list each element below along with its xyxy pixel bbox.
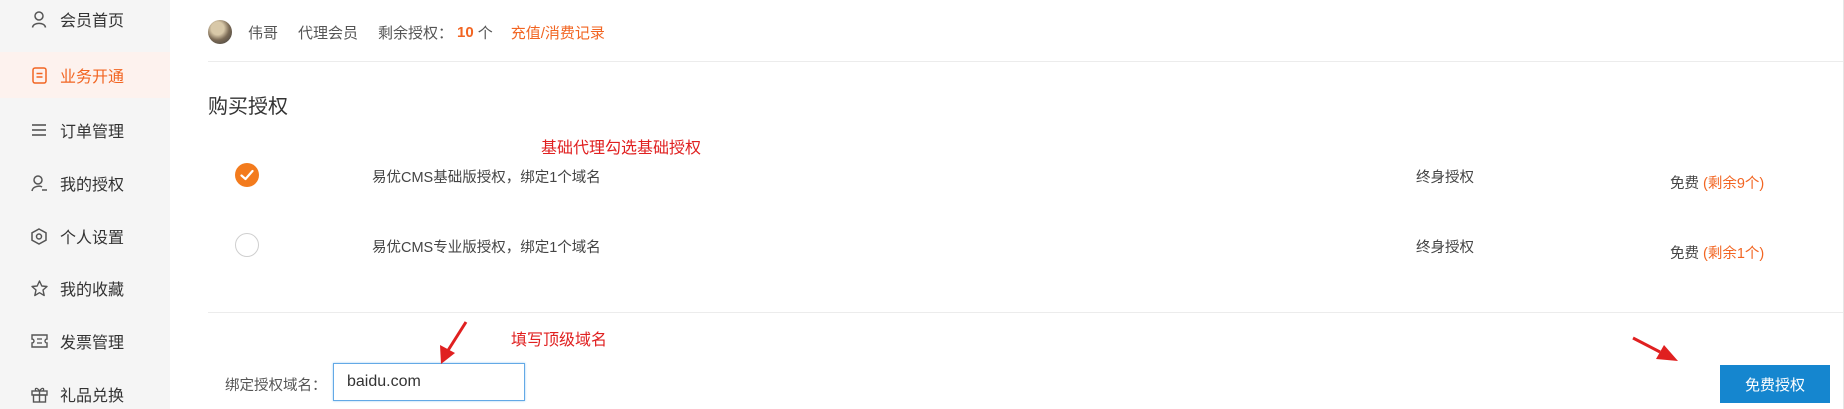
sidebar-item-label: 个人设置: [60, 230, 125, 247]
free-license-button[interactable]: 免费授权: [1720, 365, 1830, 403]
user-key-icon: [30, 174, 48, 192]
price-label: 免费: [1670, 176, 1699, 192]
license-pro-price: 免费 (剩余1个): [1670, 242, 1764, 263]
sidebar-item-label: 业务开通: [60, 69, 125, 86]
annotation-basic-hint: 基础代理勾选基础授权: [541, 140, 702, 157]
license-pro-radio[interactable]: [235, 233, 259, 257]
sidebar-item-label: 会员首页: [60, 13, 125, 30]
member-name: 伟哥: [248, 24, 279, 42]
star-icon: [30, 279, 48, 297]
main-content: 伟哥 代理会员 剩余授权： 10 个 充值/消费记录 购买授权: [170, 0, 1844, 409]
remaining-stock: (剩余1个): [1703, 246, 1765, 262]
remaining-stock: (剩余9个): [1703, 176, 1765, 192]
license-pro-name: 易优CMS专业版授权，绑定1个域名: [372, 240, 601, 256]
sidebar-item-invoices[interactable]: 发票管理: [0, 318, 170, 364]
divider: [208, 312, 1844, 313]
section-title: 购买授权: [208, 96, 288, 118]
license-basic-radio[interactable]: [235, 163, 259, 187]
sidebar-item-label: 礼品兑换: [60, 388, 125, 405]
sidebar-item-my-licenses[interactable]: 我的授权: [0, 160, 170, 206]
remaining-unit: 个: [477, 24, 493, 42]
annotation-domain-hint: 填写顶级域名: [511, 332, 608, 349]
sidebar-item-favorites[interactable]: 我的收藏: [0, 265, 170, 311]
sidebar-item-member-home[interactable]: 会员首页: [0, 0, 170, 42]
sidebar-item-label: 发票管理: [60, 335, 125, 352]
gift-icon: [30, 385, 48, 403]
avatar: [208, 20, 232, 44]
sidebar-item-label: 我的收藏: [60, 282, 125, 299]
sidebar-item-label: 订单管理: [60, 124, 125, 141]
license-basic-name: 易优CMS基础版授权，绑定1个域名: [372, 170, 601, 186]
license-pro-term: 终身授权: [1416, 240, 1474, 256]
settings-icon: [30, 227, 48, 245]
license-basic-price: 免费 (剩余9个): [1670, 172, 1764, 193]
sidebar-item-orders[interactable]: 订单管理: [0, 107, 170, 153]
license-basic-term: 终身授权: [1416, 170, 1474, 186]
recharge-record-link[interactable]: 充值/消费记录: [511, 22, 605, 43]
document-icon: [30, 66, 48, 84]
sidebar: 会员首页 业务开通 订单管理 我的授权 个人设置 我的收藏 发票管理 礼品兑换: [0, 0, 170, 409]
check-icon: [240, 169, 254, 181]
remaining-count: 10: [457, 23, 474, 41]
ticket-icon: [30, 332, 48, 350]
domain-input[interactable]: [333, 363, 525, 401]
sidebar-item-business[interactable]: 业务开通: [0, 52, 170, 98]
list-icon: [30, 121, 48, 139]
bind-domain-label: 绑定授权域名：: [225, 378, 327, 394]
divider: [208, 61, 1844, 62]
sidebar-item-personal-settings[interactable]: 个人设置: [0, 213, 170, 259]
member-info-bar: 伟哥 代理会员 剩余授权： 10 个 充值/消费记录: [208, 14, 605, 50]
remaining-label: 剩余授权：: [378, 24, 454, 42]
user-icon: [30, 10, 48, 28]
price-label: 免费: [1670, 246, 1699, 262]
sidebar-item-gift-exchange[interactable]: 礼品兑换: [0, 371, 170, 409]
sidebar-item-label: 我的授权: [60, 177, 125, 194]
member-level: 代理会员: [298, 24, 359, 42]
